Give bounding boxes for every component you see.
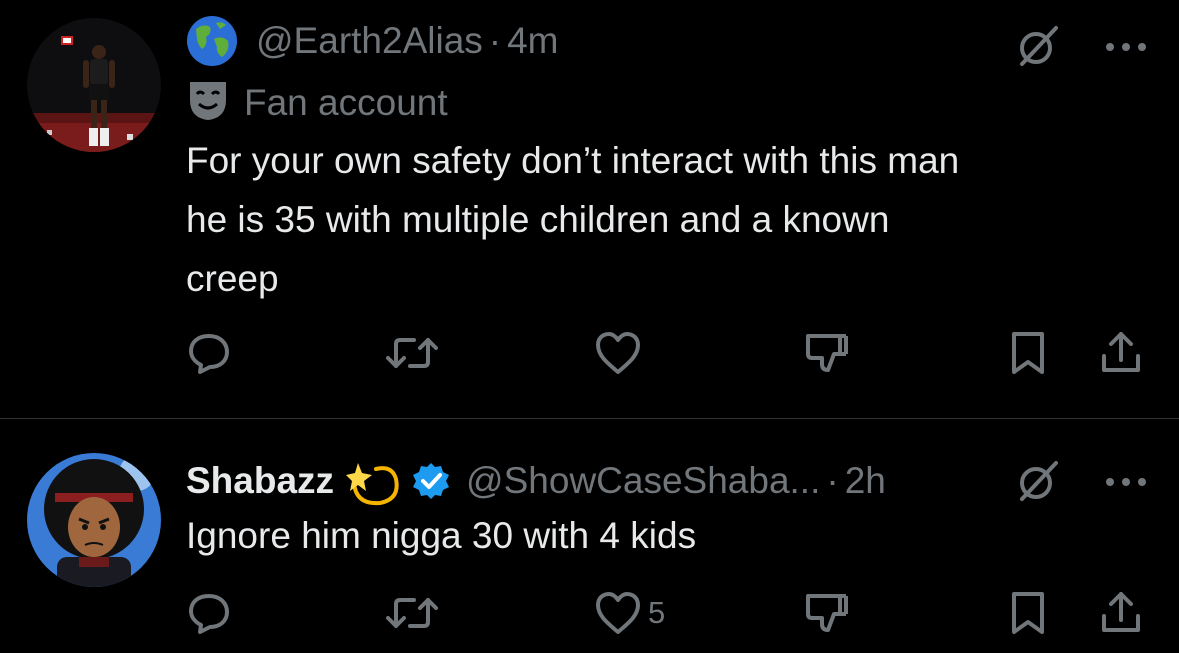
avatar[interactable]: [27, 453, 161, 587]
display-name[interactable]: Shabazz: [186, 460, 334, 502]
tweet[interactable]: Shabazz @ShowCaseShaba... · 2h Ignore hi…: [0, 419, 1179, 653]
like-button[interactable]: 5: [594, 590, 665, 636]
grok-icon[interactable]: [1012, 455, 1064, 512]
separator-dot: ·: [488, 20, 502, 61]
fan-account-label: Fan account: [186, 78, 448, 127]
globe-icon: [186, 15, 238, 67]
tweet[interactable]: @Earth2Alias · 4m Fan account For your o…: [0, 0, 1179, 418]
more-icon[interactable]: [1104, 475, 1148, 493]
tweet-handle[interactable]: @ShowCaseShaba...: [466, 460, 820, 502]
like-icon[interactable]: [594, 330, 642, 376]
avatar[interactable]: [27, 18, 161, 152]
more-icon[interactable]: [1104, 40, 1148, 58]
tweet-text-line: he is 35 with multiple children and a kn…: [186, 199, 890, 240]
like-count: 5: [648, 595, 666, 630]
share-icon[interactable]: [1098, 590, 1144, 636]
tweet-text: Ignore him nigga 30 with 4 kids: [186, 506, 696, 565]
retweet-icon[interactable]: [384, 590, 440, 636]
tweet-text-line: Ignore him nigga 30 with 4 kids: [186, 515, 697, 556]
tweet-actions: 5: [186, 590, 1146, 638]
bookmark-icon[interactable]: [1008, 590, 1048, 636]
tweet-actions: [186, 330, 1146, 378]
tweet-timestamp[interactable]: 2h: [845, 460, 886, 502]
tweet-top-actions: [1012, 20, 1148, 77]
tweet-text-line: creep: [186, 258, 279, 299]
dizzy-icon: [346, 453, 402, 509]
tweet-timestamp[interactable]: 4m: [507, 20, 558, 62]
tweet-text: For your own safety don’t interact with …: [186, 131, 959, 308]
reply-icon[interactable]: [186, 590, 232, 636]
retweet-icon[interactable]: [384, 330, 440, 376]
downvote-icon[interactable]: [804, 330, 850, 376]
like-icon[interactable]: [594, 590, 642, 636]
share-icon[interactable]: [1098, 330, 1144, 376]
grok-icon[interactable]: [1012, 20, 1064, 77]
downvote-icon[interactable]: [804, 590, 850, 636]
reply-icon[interactable]: [186, 330, 232, 376]
tweet-header: Shabazz @ShowCaseShaba... · 2h: [186, 453, 886, 509]
bookmark-icon[interactable]: [1008, 330, 1048, 376]
fan-account-text: Fan account: [244, 81, 448, 123]
tweet-handle[interactable]: @Earth2Alias: [256, 20, 483, 62]
verified-badge-icon: [412, 462, 450, 500]
theater-mask-icon: [186, 78, 230, 127]
separator-dot: ·: [826, 460, 839, 501]
tweet-top-actions: [1012, 455, 1148, 512]
tweet-header: @Earth2Alias · 4m: [186, 15, 559, 67]
tweet-text-line: For your own safety don’t interact with …: [186, 140, 960, 181]
